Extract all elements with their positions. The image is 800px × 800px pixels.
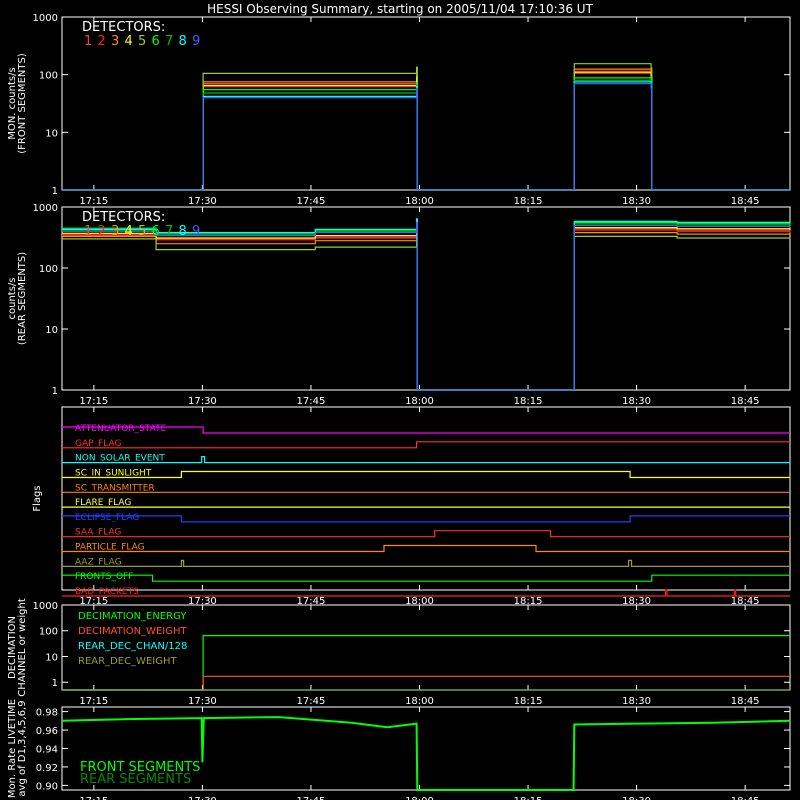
livetime-panel-legend-rear-segments: REAR SEGMENTS [80, 772, 191, 787]
decimation-panel-ytick-label: 1 [52, 678, 58, 689]
rear-panel-legend-detector-1: 1 [84, 224, 92, 239]
front-panel-ytick-label: 1000 [33, 13, 58, 24]
rear-panel-legend-detector-4: 4 [125, 224, 133, 239]
rear-panel-legend-detector-7: 7 [165, 224, 173, 239]
livetime-panel-xtick-label: 18:30 [622, 796, 651, 800]
livetime-panel-ytick-label: 0.94 [36, 745, 58, 756]
hessi-summary-chart: HESSI Observing Summary, starting on 200… [0, 0, 800, 800]
rear-panel-legend-detector-8: 8 [179, 224, 187, 239]
livetime-panel-xtick-label: 18:00 [405, 796, 434, 800]
decimation-panel-legend-rear-dec-chan-128: REAR_DEC_CHAN/128 [78, 641, 187, 652]
flags-panel-flag-label-attenuator-state: ATTENUATOR_STATE [75, 424, 167, 434]
flags-panel-flag-label-flare-flag: FLARE_FLAG [75, 498, 131, 508]
flags-panel-flag-label-eclipse-flag: ECLIPSE_FLAG [75, 513, 139, 523]
rear-panel-ytick-label: 1000 [33, 203, 58, 214]
decimation-panel-xtick-label: 17:30 [188, 696, 217, 707]
rear-panel-ytick-label: 10 [45, 325, 58, 336]
front-panel-xtick-label: 17:15 [79, 196, 108, 207]
front-panel-ylabel: (FRONT SEGMENTS) [17, 53, 28, 154]
flags-panel-ylabel: Flags [32, 485, 43, 511]
decimation-panel-ytick-label: 100 [39, 627, 58, 638]
front-panel-ytick-label: 1 [52, 186, 58, 197]
chart-title: HESSI Observing Summary, starting on 200… [207, 2, 593, 16]
livetime-panel-xtick-label: 17:30 [188, 796, 217, 800]
livetime-panel-xtick-label: 18:45 [731, 796, 760, 800]
rear-panel-xtick-label: 17:15 [79, 396, 108, 407]
decimation-panel-xtick-label: 17:45 [297, 696, 326, 707]
decimation-panel-xtick-label: 18:45 [731, 696, 760, 707]
front-panel-xtick-label: 17:45 [297, 196, 326, 207]
front-panel-legend-detector-9: 9 [192, 34, 200, 49]
rear-panel-legend-label: DETECTORS: [82, 210, 165, 225]
rear-panel-ytick-label: 1 [52, 386, 58, 397]
decimation-panel-ytick-label: 1000 [33, 601, 58, 612]
front-panel-ytick-label: 100 [39, 71, 58, 82]
livetime-panel-ylabel: avg of D1,3,4,5,6,9 [17, 700, 28, 796]
flags-panel-flag-label-sc-transmitter: SC_TRANSMITTER [75, 483, 155, 493]
front-panel-legend-detector-1: 1 [84, 34, 92, 49]
livetime-panel-ytick-label: 0.98 [36, 708, 58, 719]
rear-panel-xtick-label: 17:30 [188, 396, 217, 407]
front-panel-xtick-label: 18:30 [622, 196, 651, 207]
front-panel-legend-detector-6: 6 [152, 34, 160, 49]
decimation-panel-xtick-label: 18:30 [622, 696, 651, 707]
livetime-panel-ytick-label: 0.96 [36, 726, 58, 737]
rear-panel-ylabel: (REAR SEGMENTS) [17, 252, 28, 345]
front-panel-legend-detector-7: 7 [165, 34, 173, 49]
decimation-panel-legend-decimation-energy: DECIMATION_ENERGY [78, 611, 187, 622]
flags-panel-flag-label-gap-flag: GAP_FLAG [75, 439, 121, 449]
chart-background [0, 0, 800, 800]
decimation-panel-ylabel: CHANNEL or weight [17, 598, 28, 697]
rear-panel-legend-detector-2: 2 [98, 224, 106, 239]
rear-panel-xtick-label: 17:45 [297, 396, 326, 407]
livetime-panel-ytick-label: 0.92 [36, 763, 58, 774]
decimation-panel-xtick-label: 17:15 [79, 696, 108, 707]
livetime-panel-ytick-label: 0.90 [36, 781, 58, 792]
flags-panel-flag-label-particle-flag: PARTICLE_FLAG [75, 543, 145, 553]
front-panel-legend-detector-4: 4 [125, 34, 133, 49]
livetime-panel-xtick-label: 17:15 [79, 796, 108, 800]
rear-panel-legend-detector-6: 6 [152, 224, 160, 239]
front-panel-xtick-label: 18:15 [514, 196, 543, 207]
livetime-panel-xtick-label: 17:45 [297, 796, 326, 800]
decimation-panel-legend-decimation-weight: DECIMATION_WEIGHT [78, 626, 187, 637]
rear-panel-ytick-label: 100 [39, 264, 58, 275]
rear-panel-xtick-label: 18:00 [405, 396, 434, 407]
flags-panel-flag-label-bad-packets: BAD_PACKETS [75, 587, 139, 597]
decimation-panel-xtick-label: 18:15 [514, 696, 543, 707]
flags-panel-flag-label-sc-in-sunlight: SC_IN_SUNLIGHT [75, 468, 152, 478]
flags-panel-flag-label-aaz-flag: AAZ_FLAG [75, 557, 122, 567]
front-panel-ytick-label: 10 [45, 128, 58, 139]
livetime-panel-xtick-label: 18:15 [514, 796, 543, 800]
rear-panel-xtick-label: 18:45 [731, 396, 760, 407]
rear-panel-legend-detector-9: 9 [192, 224, 200, 239]
flags-panel-flag-label-fronts-off: FRONTS_OFF [75, 572, 133, 582]
front-panel-legend-label: DETECTORS: [82, 20, 165, 35]
front-panel-xtick-label: 18:45 [731, 196, 760, 207]
front-panel-xtick-label: 17:30 [188, 196, 217, 207]
front-panel-xtick-label: 18:00 [405, 196, 434, 207]
rear-panel-legend-detector-5: 5 [138, 224, 146, 239]
rear-panel-legend-detector-3: 3 [111, 224, 119, 239]
front-panel-legend-detector-8: 8 [179, 34, 187, 49]
front-panel-legend-detector-3: 3 [111, 34, 119, 49]
decimation-panel-xtick-label: 18:00 [405, 696, 434, 707]
flags-panel-flag-label-non-solar-event: NON_SOLAR_EVENT [75, 454, 165, 464]
decimation-panel-ytick-label: 10 [45, 652, 58, 663]
front-panel-legend-detector-5: 5 [138, 34, 146, 49]
rear-panel-xtick-label: 18:15 [514, 396, 543, 407]
rear-panel-xtick-label: 18:30 [622, 396, 651, 407]
decimation-panel-legend-rear-dec-weight: REAR_DEC_WEIGHT [78, 656, 177, 667]
flags-panel-flag-label-saa-flag: SAA_FLAG [75, 528, 121, 538]
front-panel-legend-detector-2: 2 [98, 34, 106, 49]
